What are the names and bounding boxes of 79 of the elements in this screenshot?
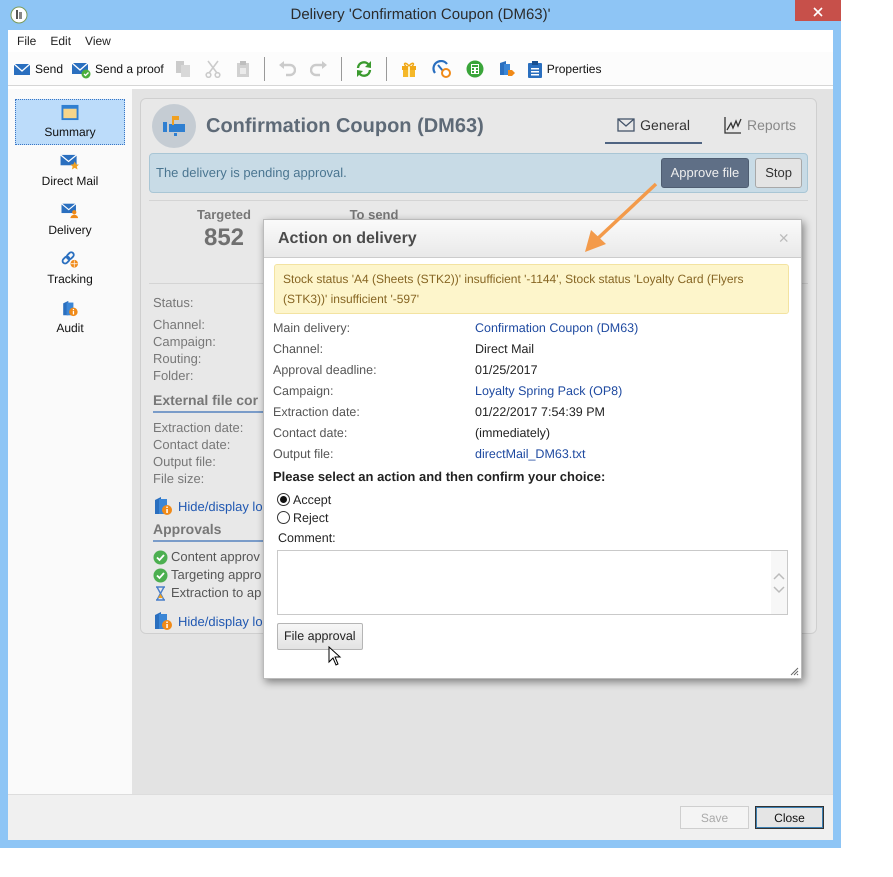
window-title: Delivery 'Confirmation Coupon (DM63)' xyxy=(290,4,550,25)
field-label: Extraction date: xyxy=(153,419,244,436)
field-label: Status: xyxy=(153,294,194,311)
comment-label: Comment: xyxy=(277,530,337,546)
field-label: Campaign: xyxy=(153,333,216,350)
approval-label: Targeting appro xyxy=(171,566,262,584)
alert-button[interactable]: Approve file xyxy=(660,158,750,188)
stat-label: Targeted xyxy=(197,206,251,224)
line-chart-icon xyxy=(724,116,742,134)
document-info-icon xyxy=(153,496,173,516)
delivery-title: Confirmation Coupon (DM63) xyxy=(206,114,485,139)
hide-display-link[interactable]: Hide/display lo xyxy=(153,611,263,631)
document-info-icon xyxy=(60,300,80,317)
sidebar-item[interactable]: Audit xyxy=(15,295,125,341)
close-icon[interactable] xyxy=(813,6,823,17)
field-label: Channel: xyxy=(273,341,324,358)
hide-display-link[interactable]: Hide/display lo xyxy=(153,496,263,516)
scroll-up-icon[interactable] xyxy=(773,572,785,580)
field-value: (immediately) xyxy=(475,425,550,442)
refresh-icon[interactable] xyxy=(354,60,373,78)
document-tag-icon[interactable] xyxy=(498,60,516,78)
file-approval-button[interactable]: File approval xyxy=(277,623,363,650)
resize-grip-icon[interactable] xyxy=(790,667,799,676)
mailbox-icon xyxy=(161,114,187,138)
menu-item[interactable]: View xyxy=(78,32,118,50)
envelope-icon xyxy=(617,118,636,132)
sidebar-item[interactable]: Delivery xyxy=(15,197,125,243)
toolbar-button[interactable]: Send xyxy=(12,60,64,78)
link-globe-icon xyxy=(59,251,81,268)
approval-label: Content approv xyxy=(171,548,260,566)
field-value: 01/22/2017 7:54:39 PM xyxy=(475,404,605,421)
field-label: Campaign: xyxy=(273,383,334,400)
mouse-pointer-icon xyxy=(328,646,342,666)
gift-icon[interactable] xyxy=(400,60,418,78)
comment-field[interactable] xyxy=(277,550,788,616)
gauge-icon[interactable] xyxy=(432,60,452,78)
field-label: Main delivery: xyxy=(273,320,352,337)
warning-message: Stock status 'A4 (Sheets (STK2))' insufficient '-1144', Stock status 'Loyalty Card (Flyers (STK3))' insufficient '-597' xyxy=(274,264,789,314)
field-value: 01/25/2017 xyxy=(475,362,538,379)
scroll-down-icon[interactable] xyxy=(773,586,785,594)
field-label: Routing: xyxy=(153,350,202,367)
tab[interactable]: General xyxy=(605,108,702,144)
alert-button[interactable]: Stop xyxy=(755,158,802,188)
envelope-star-icon xyxy=(60,153,80,170)
field-label: Channel: xyxy=(153,316,206,333)
alert-text: The delivery is pending approval. xyxy=(156,164,348,182)
toolbar-button[interactable]: Properties xyxy=(526,60,602,78)
field-link[interactable]: Confirmation Coupon (DM63) xyxy=(475,318,638,339)
window-icon xyxy=(60,104,80,121)
field-label: Folder: xyxy=(153,367,194,384)
field-value: Direct Mail xyxy=(475,341,534,358)
field-label: File size: xyxy=(153,470,204,487)
stat-value: 852 xyxy=(204,224,244,251)
footer-button[interactable]: Close xyxy=(755,806,824,829)
document-info-icon xyxy=(153,611,173,631)
stat-label: To send xyxy=(350,206,398,224)
app-logo-icon xyxy=(10,6,28,24)
field-label: Contact date: xyxy=(273,425,348,442)
prompt-text: Please select an action and then confirm your choice: xyxy=(272,468,606,486)
field-label: Output file: xyxy=(153,453,216,470)
calculator-icon[interactable] xyxy=(466,60,484,78)
field-label: Extraction date: xyxy=(273,404,361,421)
field-label: Approval deadline: xyxy=(273,362,378,379)
menu-item[interactable]: Edit xyxy=(43,32,78,50)
field-link[interactable]: Loyalty Spring Pack (OP8) xyxy=(475,381,622,402)
dialog-title: Action on delivery xyxy=(278,228,418,248)
envelope-person-icon xyxy=(60,202,80,219)
close-button[interactable] xyxy=(795,0,841,21)
clipboard-list-icon[interactable] xyxy=(526,60,543,78)
toolbar-button[interactable]: Send a proof xyxy=(70,58,165,78)
sidebar-item[interactable]: Tracking xyxy=(15,246,125,292)
sidebar-item[interactable]: Summary xyxy=(15,99,125,145)
approval-label: Extraction to ap xyxy=(171,584,262,602)
field-label: Contact date: xyxy=(153,436,230,453)
field-link[interactable]: directMail_DM63.txt xyxy=(475,444,586,465)
menu-item[interactable]: File xyxy=(10,32,44,50)
field-label: Output file: xyxy=(273,446,334,463)
sidebar-item[interactable]: Direct Mail xyxy=(15,148,125,194)
radio-option[interactable]: Accept xyxy=(264,490,332,508)
